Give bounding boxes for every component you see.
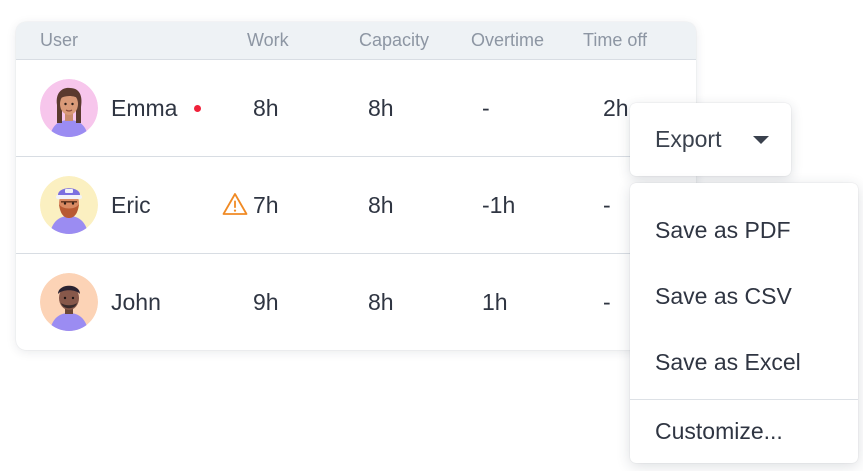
caret-down-icon [753, 136, 769, 144]
column-header-capacity[interactable]: Capacity [359, 22, 429, 59]
export-label: Export [655, 126, 722, 152]
user-name[interactable]: Eric [111, 157, 151, 253]
menu-item-save-csv[interactable]: Save as CSV [630, 263, 858, 329]
table-row[interactable]: Emma 8h 8h - 2h [16, 60, 696, 157]
menu-item-save-excel[interactable]: Save as Excel [630, 329, 858, 395]
column-header-work[interactable]: Work [247, 22, 289, 59]
capacity-value: 8h [368, 289, 394, 315]
column-header-overtime[interactable]: Overtime [471, 22, 544, 59]
export-menu: Save as PDF Save as CSV Save as Excel Cu… [630, 183, 858, 463]
overtime-value: - [482, 95, 490, 121]
menu-item-label: Customize... [655, 418, 783, 444]
status-dot [194, 105, 201, 112]
menu-item-customize[interactable]: Customize... [630, 398, 858, 464]
work-value: 8h [253, 95, 279, 121]
time-off-value: - [603, 192, 611, 218]
table-row[interactable]: Eric 7h 8h -1h - [16, 157, 696, 254]
capacity-value: 8h [368, 95, 394, 121]
workload-screen: User Work Capacity Overtime Time off Emm… [0, 0, 863, 471]
menu-item-label: Save as Excel [655, 349, 801, 375]
avatar [40, 273, 98, 331]
time-off-value: - [603, 289, 611, 315]
menu-item-save-pdf[interactable]: Save as PDF [630, 197, 858, 263]
work-value: 9h [253, 289, 279, 315]
warning-icon [222, 193, 248, 215]
table-row[interactable]: John 9h 8h 1h - [16, 254, 696, 350]
overtime-value: -1h [482, 192, 516, 218]
user-name[interactable]: Emma [111, 60, 177, 156]
column-header-time-off[interactable]: Time off [583, 22, 647, 59]
user-name[interactable]: John [111, 254, 161, 350]
menu-item-label: Save as PDF [655, 217, 791, 243]
overtime-value: 1h [482, 289, 508, 315]
avatar [40, 176, 98, 234]
export-button[interactable]: Export [630, 103, 791, 176]
work-value: 7h [253, 192, 279, 218]
menu-item-label: Save as CSV [655, 283, 792, 309]
column-header-user[interactable]: User [40, 22, 78, 59]
avatar [40, 79, 98, 137]
table-header: User Work Capacity Overtime Time off [16, 22, 696, 60]
workload-table: User Work Capacity Overtime Time off Emm… [16, 22, 696, 350]
capacity-value: 8h [368, 192, 394, 218]
time-off-value: 2h [603, 95, 629, 121]
